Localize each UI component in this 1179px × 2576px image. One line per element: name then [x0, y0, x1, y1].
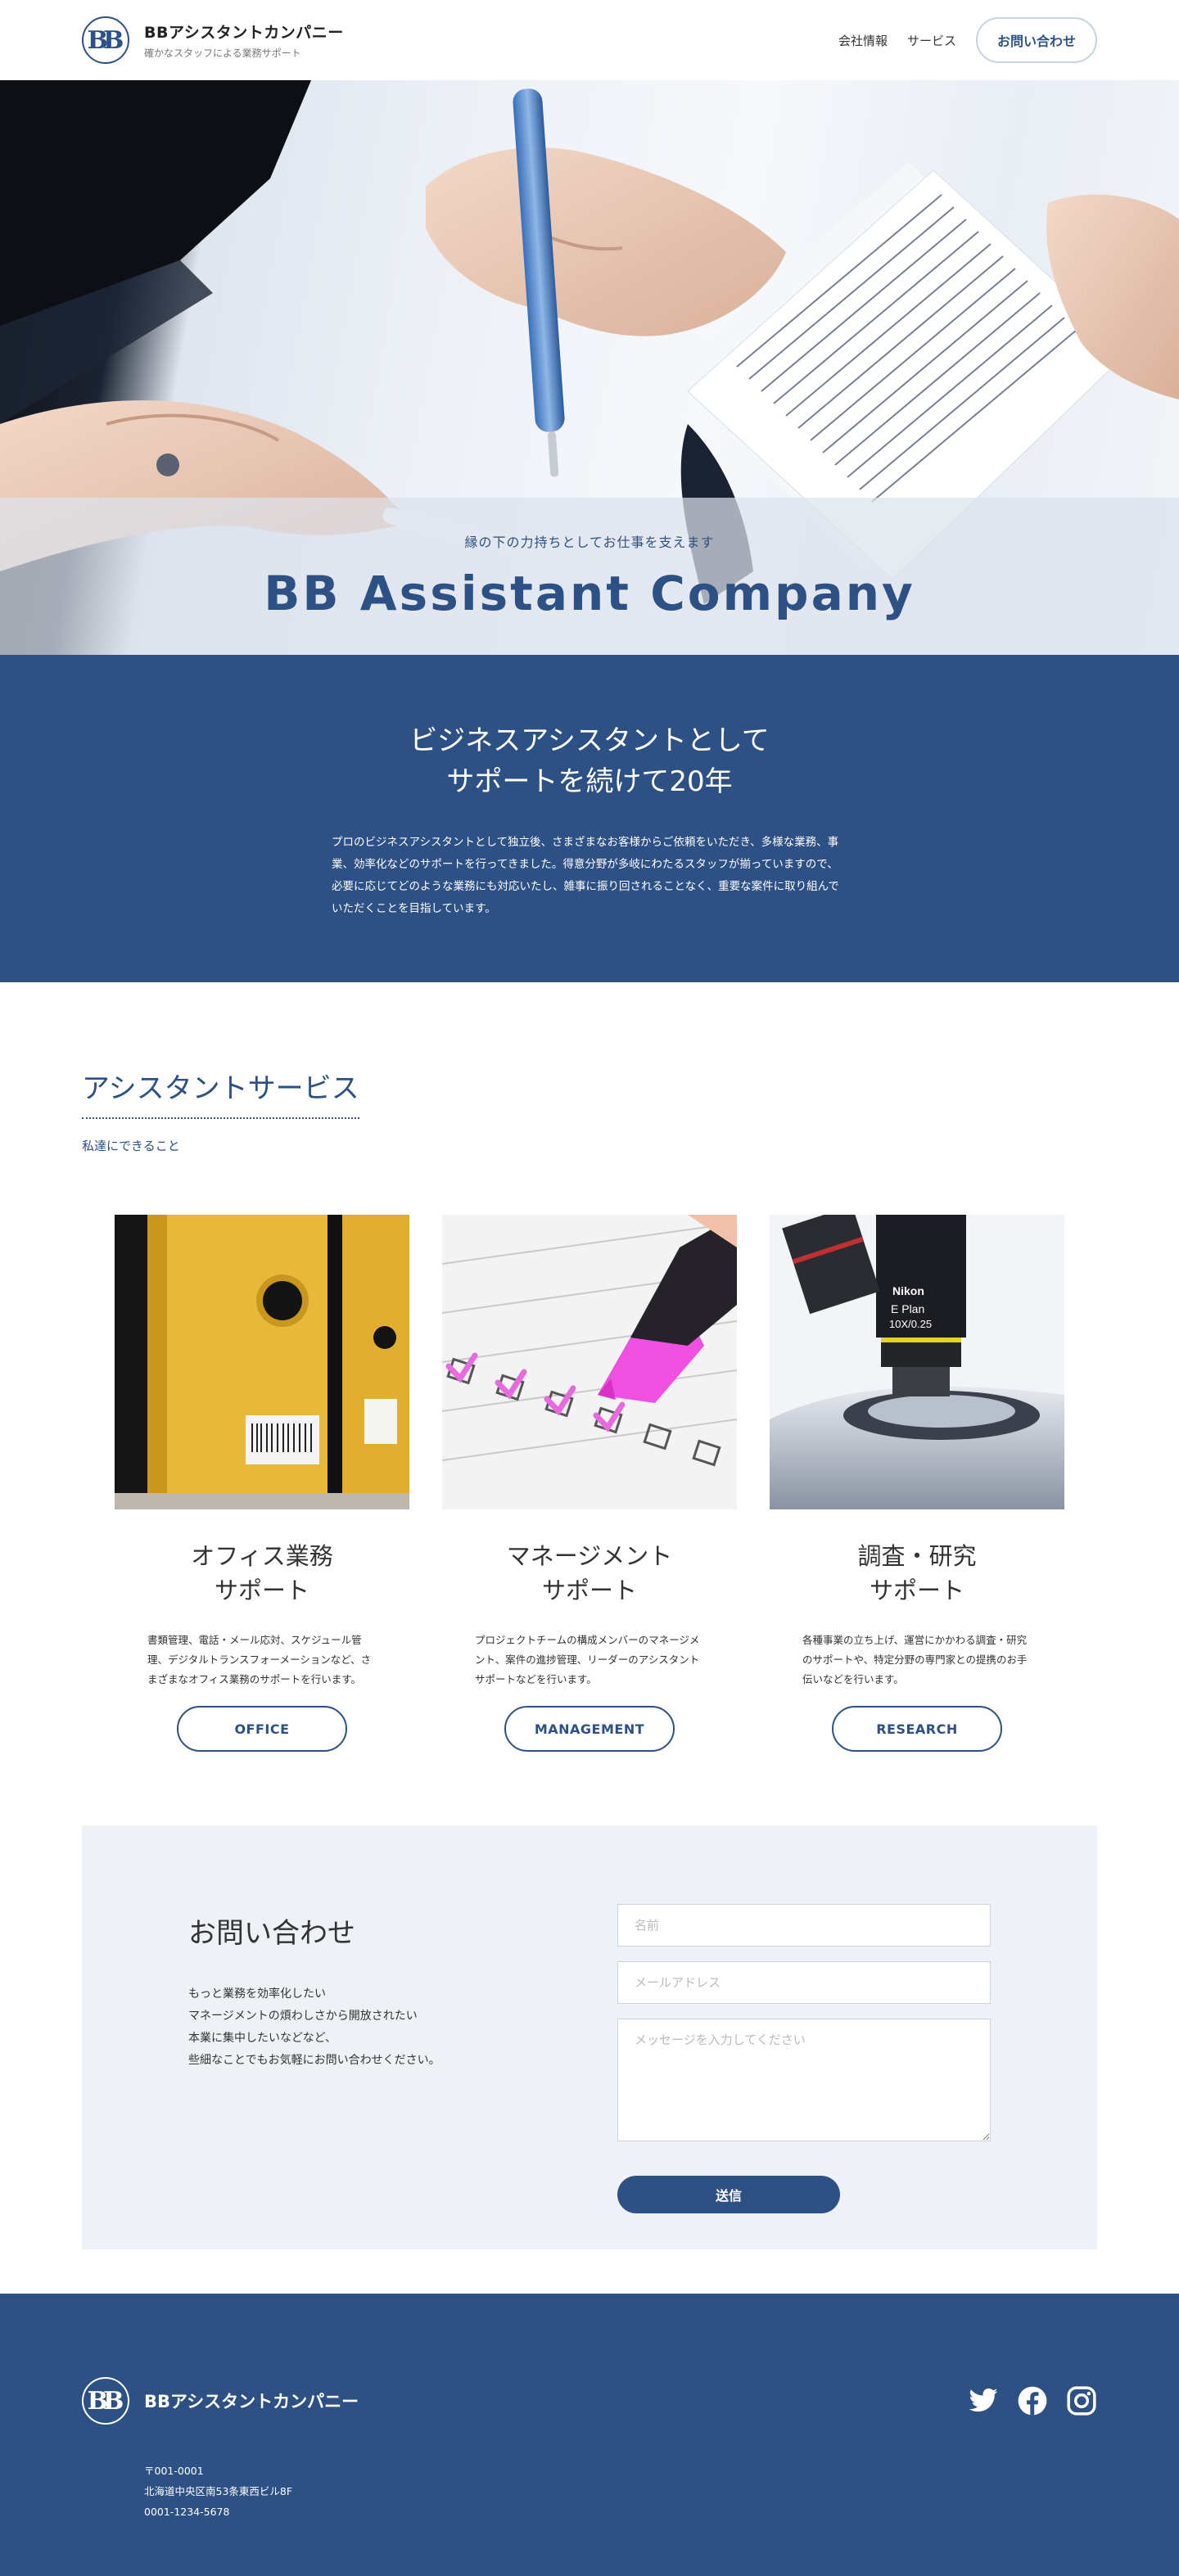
services-title: アシスタントサービス — [82, 1066, 359, 1119]
contact-panel: お問い合わせ もっと業務を効率化したい マネージメントの煩わしさから開放されたい… — [82, 1825, 1097, 2249]
social-links — [968, 2385, 1097, 2416]
service-card-office: オフィス業務 サポート 書類管理、電話・メール応対、スケジュール管理、デジタルト… — [115, 1215, 409, 1752]
footer-address: 北海道中央区南53条東西ビル8F — [144, 2485, 293, 2497]
card-title-line2: サポート — [541, 1577, 637, 1604]
research-button[interactable]: RESEARCH — [832, 1706, 1002, 1752]
service-card-text: 書類管理、電話・メール応対、スケジュール管理、デジタルトランスフォーメーションな… — [147, 1634, 372, 1685]
logo-icon[interactable]: BB — [82, 16, 129, 64]
service-card-management: マネージメント サポート プロジェクトチームの構成メンバーのマネージメント、案件… — [442, 1215, 737, 1752]
hero-caption: 縁の下の力持ちとしてお仕事を支えます BB Assistant Company — [0, 498, 1179, 655]
service-cards: オフィス業務 サポート 書類管理、電話・メール応対、スケジュール管理、デジタルト… — [82, 1215, 1097, 1752]
site-footer: BB BBアシスタントカンパニー 〒001-0001 北海道中央区南53条東西ビ… — [0, 2294, 1179, 2576]
nav-link-company[interactable]: 会社情報 — [838, 32, 888, 49]
contact-cta-button[interactable]: お問い合わせ — [976, 17, 1097, 63]
service-card-text: プロジェクトチームの構成メンバーのマネージメント、案件の進捗管理、リーダーのアシ… — [475, 1634, 700, 1685]
footer-phone[interactable]: 0001-1234-5678 — [144, 2502, 1097, 2522]
hero-title: BB Assistant Company — [264, 566, 915, 621]
card-title-line1: マネージメント — [506, 1542, 673, 1570]
service-card-title: マネージメント サポート — [507, 1539, 672, 1608]
nikon-label: Nikon — [892, 1284, 924, 1297]
contact-intro: お問い合わせ もっと業務を効率化したい マネージメントの煩わしさから開放されたい… — [188, 1904, 508, 2249]
main-nav: 会社情報 サービス お問い合わせ — [838, 17, 1097, 63]
card-title-line2: サポート — [869, 1577, 964, 1604]
service-card-title: 調査・研究 サポート — [857, 1539, 976, 1608]
contact-line: マネージメントの煩わしさから開放されたい — [188, 2010, 418, 2023]
facebook-icon[interactable] — [1017, 2385, 1048, 2416]
email-field[interactable] — [617, 1961, 991, 2004]
services-section: アシスタントサービス 私達にできること オフィス業務 サポート 書類管理、電話・… — [0, 982, 1179, 1825]
twitter-icon[interactable] — [968, 2385, 999, 2416]
services-subtitle: 私達にできること — [82, 1139, 180, 1153]
contact-line: 本業に集中したいなどなど、 — [188, 2032, 337, 2045]
nav-link-services[interactable]: サービス — [907, 32, 956, 49]
yellow-binders-image — [115, 1215, 409, 1509]
footer-brand-row: BB BBアシスタントカンパニー — [82, 2377, 1097, 2425]
contact-title: お問い合わせ — [188, 1917, 355, 1950]
hero: 縁の下の力持ちとしてお仕事を支えます BB Assistant Company — [0, 80, 1179, 655]
intro-title: ビジネスアシスタントとして サポートを続けて20年 — [409, 720, 770, 802]
service-card-title: オフィス業務 サポート — [191, 1539, 332, 1608]
intro-title-line1: ビジネスアシスタントとして — [409, 724, 770, 757]
contact-description: もっと業務を効率化したい マネージメントの煩わしさから開放されたい 本業に集中し… — [188, 1983, 508, 2072]
contact-form: 送信 — [617, 1904, 991, 2249]
intro-text: プロのビジネスアシスタントとして独立後、さまざまなお客様からご依頼をいただき、多… — [332, 836, 839, 915]
microscope-image: Nikon E Plan 10X/0.25 — [770, 1215, 1064, 1509]
intro-title-line2: サポートを続けて20年 — [446, 765, 733, 798]
card-title-line1: 調査・研究 — [857, 1542, 977, 1570]
office-button[interactable]: OFFICE — [177, 1706, 347, 1752]
site-header: BB BBアシスタントカンパニー 確かなスタッフによる業務サポート 会社情報 サ… — [0, 0, 1179, 80]
submit-button[interactable]: 送信 — [617, 2176, 840, 2213]
message-field[interactable] — [617, 2019, 991, 2141]
footer-logo-icon[interactable]: BB — [82, 2377, 129, 2425]
service-card-research: Nikon E Plan 10X/0.25 調査・研究 サポート 各種事業の立ち… — [770, 1215, 1064, 1752]
card-title-line1: オフィス業務 — [191, 1542, 333, 1570]
footer-address-block: 〒001-0001 北海道中央区南53条東西ビル8F 0001-1234-567… — [144, 2461, 1097, 2522]
intro-section: ビジネスアシスタントとして サポートを続けて20年 プロのビジネスアシスタントと… — [0, 655, 1179, 982]
brand-name[interactable]: BBアシスタントカンパニー — [144, 20, 344, 43]
lens-model-label: E Plan — [891, 1302, 924, 1315]
lens-spec-label: 10X/0.25 — [889, 1318, 932, 1330]
hero-subtitle: 縁の下の力持ちとしてお仕事を支えます — [464, 535, 715, 550]
brand: BBアシスタントカンパニー 確かなスタッフによる業務サポート — [144, 20, 344, 60]
card-title-line2: サポート — [214, 1577, 309, 1604]
checklist-marker-image — [442, 1215, 737, 1509]
brand-tagline: 確かなスタッフによる業務サポート — [144, 47, 301, 59]
footer-brand-name: BBアシスタントカンパニー — [144, 2392, 359, 2411]
contact-line: 些細なことでもお気軽にお問い合わせください。 — [188, 2054, 440, 2067]
name-field[interactable] — [617, 1904, 991, 1947]
contact-section: お問い合わせ もっと業務を効率化したい マネージメントの煩わしさから開放されたい… — [0, 1825, 1179, 2249]
contact-line: もっと業務を効率化したい — [188, 1987, 326, 2001]
management-button[interactable]: MANAGEMENT — [504, 1706, 675, 1752]
footer-postal: 〒001-0001 — [144, 2465, 204, 2477]
service-card-text: 各種事業の立ち上げ、運営にかかわる調査・研究のサポートや、特定分野の専門家との提… — [802, 1634, 1028, 1685]
instagram-icon[interactable] — [1066, 2385, 1097, 2416]
